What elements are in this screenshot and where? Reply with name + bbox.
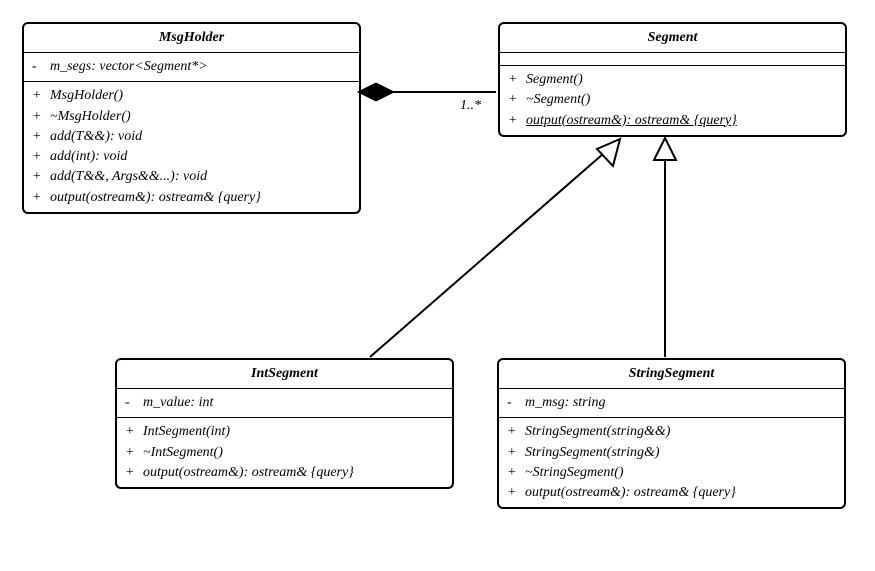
attr-row: -m_msg: string: [507, 393, 836, 413]
signature: StringSegment(string&): [525, 443, 836, 463]
visibility: +: [32, 86, 44, 106]
signature: IntSegment(int): [143, 422, 444, 442]
op-row: + ~MsgHolder(): [32, 107, 351, 127]
class-stringsegment: StringSegment -m_msg: string + StringSegm…: [497, 358, 846, 509]
op-row: + IntSegment(int): [125, 422, 444, 442]
attrs-stringsegment: -m_msg: string: [499, 389, 844, 417]
op-row: + output(ostream&): ostream& {query}: [508, 111, 837, 131]
op-row: + Segment(): [508, 70, 837, 90]
visibility: +: [507, 463, 519, 483]
visibility: +: [507, 443, 519, 463]
attr-row: - m_segs: vector<Segment*>: [32, 57, 351, 77]
visibility: +: [32, 107, 44, 127]
op-row: + add(T&&): void: [32, 127, 351, 147]
visibility: +: [508, 111, 520, 131]
visibility: +: [32, 127, 44, 147]
signature: output(ostream&): ostream& {query}: [525, 483, 836, 503]
visibility: +: [507, 483, 519, 503]
visibility: +: [507, 422, 519, 442]
class-title-msgholder: MsgHolder: [24, 24, 359, 53]
attr-row: -m_value: int: [125, 393, 444, 413]
op-row: + output(ostream&): ostream& {query}: [125, 463, 444, 483]
ops-msgholder: + MsgHolder() + ~MsgHolder() + add(T&&): vo…: [24, 81, 359, 212]
class-msgholder: MsgHolder - m_segs: vector<Segment*> + Ms…: [22, 22, 361, 214]
rel-generalization-stringsegment-segment: [654, 138, 676, 357]
visibility: -: [32, 57, 44, 77]
visibility: +: [125, 422, 137, 442]
op-row: + add(int): void: [32, 147, 351, 167]
signature: ~StringSegment(): [525, 463, 836, 483]
class-title-intsegment: IntSegment: [117, 360, 452, 389]
op-row: + output(ostream&): ostream& {query}: [32, 188, 351, 208]
class-intsegment: IntSegment -m_value: int + IntSegment(int…: [115, 358, 454, 489]
signature: Segment(): [526, 70, 837, 90]
visibility: +: [508, 70, 520, 90]
rel-generalization-intsegment-segment: [370, 139, 620, 357]
uml-canvas: MsgHolder - m_segs: vector<Segment*> + Ms…: [0, 0, 875, 571]
op-row: + output(ostream&): ostream& {query}: [507, 483, 836, 503]
signature: ~IntSegment(): [143, 443, 444, 463]
signature: output(ostream&): ostream& {query}: [526, 111, 837, 131]
class-title-stringsegment: StringSegment: [499, 360, 844, 389]
signature: m_segs: vector<Segment*>: [50, 57, 351, 77]
class-segment: Segment + Segment() + ~Segment() + output(o…: [498, 22, 847, 137]
class-title-segment: Segment: [500, 24, 845, 53]
attrs-segment: [500, 53, 845, 65]
op-row: + MsgHolder(): [32, 86, 351, 106]
signature: output(ostream&): ostream& {query}: [50, 188, 351, 208]
multiplicity-label: 1..*: [460, 98, 481, 114]
signature: StringSegment(string&&): [525, 422, 836, 442]
signature: add(T&&): void: [50, 127, 351, 147]
signature: m_value: int: [143, 393, 444, 413]
ops-stringsegment: + StringSegment(string&&) + StringSegment(…: [499, 417, 844, 507]
op-row: + ~StringSegment(): [507, 463, 836, 483]
op-row: + add(T&&, Args&&...): void: [32, 167, 351, 187]
op-row: + StringSegment(string&): [507, 443, 836, 463]
visibility: -: [125, 393, 137, 413]
visibility: +: [508, 90, 520, 110]
op-row: + ~Segment(): [508, 90, 837, 110]
visibility: +: [125, 443, 137, 463]
visibility: +: [32, 147, 44, 167]
signature: MsgHolder(): [50, 86, 351, 106]
op-row: + ~IntSegment(): [125, 443, 444, 463]
signature: ~Segment(): [526, 90, 837, 110]
ops-segment: + Segment() + ~Segment() + output(ostream&)…: [500, 65, 845, 135]
visibility: +: [125, 463, 137, 483]
visibility: +: [32, 188, 44, 208]
signature: m_msg: string: [525, 393, 836, 413]
ops-intsegment: + IntSegment(int) + ~IntSegment() + output(…: [117, 417, 452, 487]
attrs-msgholder: - m_segs: vector<Segment*>: [24, 53, 359, 81]
signature: add(T&&, Args&&...): void: [50, 167, 351, 187]
op-row: + StringSegment(string&&): [507, 422, 836, 442]
signature: ~MsgHolder(): [50, 107, 351, 127]
signature: add(int): void: [50, 147, 351, 167]
signature: output(ostream&): ostream& {query}: [143, 463, 444, 483]
visibility: -: [507, 393, 519, 413]
attrs-intsegment: -m_value: int: [117, 389, 452, 417]
visibility: +: [32, 167, 44, 187]
